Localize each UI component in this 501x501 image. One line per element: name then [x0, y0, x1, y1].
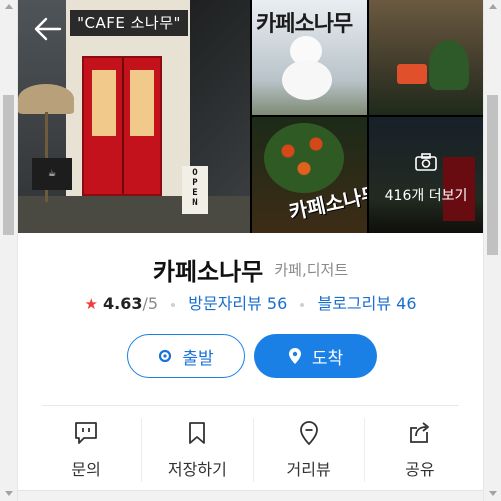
visitor-reviews-link[interactable]: 방문자리뷰 56 — [188, 294, 287, 313]
rating-max: /5 — [142, 294, 159, 313]
right-scrollbar[interactable] — [484, 0, 501, 501]
back-arrow-icon[interactable] — [32, 16, 62, 42]
calligraphy-logo: 카페소나무 — [256, 12, 353, 37]
place-title: 카페소나무 카페,디저트 — [18, 252, 483, 287]
cafe-sign: "CAFE 소나무" — [70, 10, 188, 36]
fruit-tree — [264, 123, 344, 193]
action-label: 공유 — [405, 460, 435, 479]
bookmark-icon — [184, 420, 210, 446]
scroll-down-arrow-icon[interactable] — [489, 491, 497, 496]
action-label: 문의 — [71, 460, 101, 479]
street-view-pin-icon — [296, 420, 322, 446]
action-share[interactable]: 공유 — [365, 418, 475, 482]
more-photos-label: 416개 더보기 — [384, 188, 468, 204]
departure-button[interactable]: 출발 — [127, 334, 245, 378]
action-save[interactable]: 저장하기 — [142, 418, 254, 482]
scroll-up-arrow-icon[interactable] — [489, 4, 497, 9]
action-label: 저장하기 — [167, 460, 227, 479]
camera-icon — [415, 153, 437, 171]
divider — [42, 405, 459, 406]
plant — [429, 40, 469, 90]
action-street-view[interactable]: 거리뷰 — [254, 418, 365, 482]
bottom-strip — [18, 490, 483, 501]
snowman-body — [282, 60, 332, 100]
star-icon: ★ — [84, 295, 98, 313]
scroll-down-arrow-icon[interactable] — [5, 491, 13, 496]
arrival-button[interactable]: 도착 — [254, 334, 377, 378]
sidewalk-board: ☕ — [32, 158, 72, 190]
separator-dot — [171, 302, 176, 307]
more-photos[interactable]: 416개 더보기 — [369, 153, 483, 205]
action-bar: 문의 저장하기 거리뷰 공유 — [31, 418, 475, 482]
photo-interior[interactable] — [369, 0, 483, 115]
share-icon — [407, 420, 433, 446]
rating-value: 4.63 — [103, 294, 143, 313]
place-category: 카페,디저트 — [274, 261, 349, 279]
red-door — [82, 56, 162, 196]
place-name: 카페소나무 — [152, 258, 264, 286]
arrival-label: 도착 — [311, 348, 344, 369]
location-pin-icon — [288, 347, 302, 365]
photo-tree-logo[interactable]: 카페소나무 — [252, 117, 367, 233]
departure-label: 출발 — [182, 348, 214, 369]
scroll-up-arrow-icon[interactable] — [5, 4, 13, 9]
action-inquiry[interactable]: 문의 — [31, 418, 143, 482]
parasol — [18, 84, 74, 114]
photo-ground — [18, 196, 250, 233]
fireplace — [397, 64, 427, 84]
departure-dot-icon — [158, 349, 172, 363]
photo-more[interactable]: 416개 더보기 — [369, 117, 483, 233]
scrollbar-thumb[interactable] — [487, 95, 498, 255]
place-panel: "CAFE 소나무" ☕ OPEN 카페소나무 카페소나무 416개 더보기 카… — [18, 0, 483, 501]
chat-icon — [73, 420, 99, 446]
open-sign: OPEN — [182, 166, 208, 214]
photo-gallery: "CAFE 소나무" ☕ OPEN 카페소나무 카페소나무 416개 더보기 — [18, 0, 483, 233]
left-scrollbar[interactable] — [0, 0, 17, 501]
separator-dot — [300, 302, 305, 307]
scrollbar-thumb[interactable] — [3, 95, 14, 235]
rating-row: ★ 4.63/5 방문자리뷰 56 블로그리뷰 46 — [18, 290, 483, 314]
action-label: 거리뷰 — [286, 460, 331, 479]
photo-snowman[interactable]: 카페소나무 — [252, 0, 367, 115]
blog-reviews-link[interactable]: 블로그리뷰 46 — [317, 294, 416, 313]
